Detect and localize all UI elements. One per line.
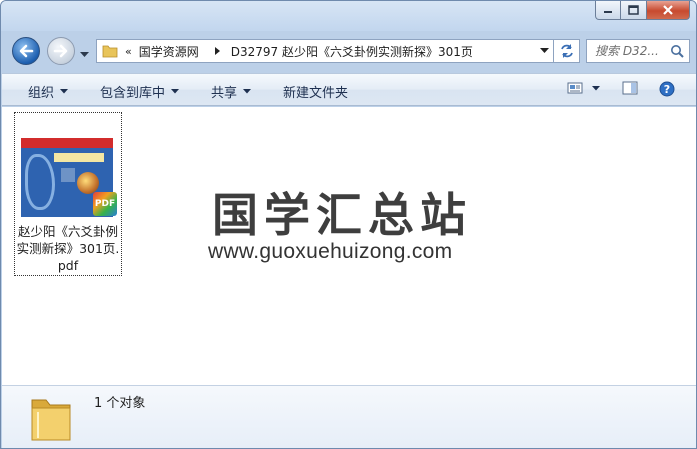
new-folder-label: 新建文件夹 — [283, 86, 349, 101]
refresh-button[interactable] — [554, 39, 580, 63]
search-input[interactable] — [595, 44, 675, 58]
chevron-down-icon — [592, 85, 600, 90]
new-folder-button[interactable]: 新建文件夹 — [283, 82, 348, 101]
address-row: « 国学资源网 D32797 赵少阳《六爻卦例实测新探》301页 — [1, 31, 696, 71]
help-icon: ? — [659, 81, 675, 97]
preview-pane-button[interactable] — [622, 81, 638, 95]
back-button[interactable] — [12, 37, 40, 65]
chevron-down-icon — [60, 89, 69, 94]
item-count: 1 个对象 — [94, 396, 146, 411]
organize-label: 组织 — [28, 86, 55, 101]
maximize-button[interactable] — [621, 1, 647, 20]
help-button[interactable]: ? — [659, 81, 675, 97]
include-in-library-menu[interactable]: 包含到库中 — [100, 82, 180, 101]
organize-menu[interactable]: 组织 — [28, 82, 69, 101]
back-arrow-icon — [19, 44, 34, 58]
file-name-line: 赵少阳《六爻卦例 — [17, 224, 118, 239]
address-history-dropdown-icon[interactable] — [540, 48, 549, 54]
cover-square — [61, 168, 75, 182]
minimize-icon — [604, 11, 612, 13]
share-menu[interactable]: 共享 — [211, 82, 252, 101]
title-bar — [1, 1, 696, 31]
cover-orb — [77, 172, 99, 194]
details-pane: 1 个对象 — [2, 385, 696, 448]
breadcrumb-overflow[interactable]: « — [125, 45, 132, 58]
chevron-down-icon — [171, 89, 180, 94]
folder-icon — [102, 45, 118, 58]
chevron-down-icon — [243, 89, 252, 94]
address-bar[interactable]: « 国学资源网 D32797 赵少阳《六爻卦例实测新探》301页 — [96, 39, 554, 63]
close-icon — [663, 4, 673, 15]
file-item[interactable]: PDF 赵少阳《六爻卦例 实测新探》301页. pdf — [14, 112, 122, 276]
explorer-window: « 国学资源网 D32797 赵少阳《六爻卦例实测新探》301页 组织 — [0, 0, 697, 449]
breadcrumb-item[interactable]: 国学资源网 — [139, 43, 199, 60]
refresh-icon — [560, 44, 573, 58]
cover-band — [21, 138, 113, 148]
preview-pane-icon — [622, 81, 638, 95]
search-box[interactable] — [586, 39, 690, 63]
change-view-button[interactable] — [567, 81, 600, 95]
include-in-library-label: 包含到库中 — [100, 86, 166, 101]
command-bar: 组织 包含到库中 共享 新建文件夹 ? — [2, 73, 696, 106]
minimize-button[interactable] — [595, 1, 621, 20]
pdf-file-icon: PDF — [93, 192, 117, 216]
forward-arrow-icon — [53, 44, 68, 58]
chevron-down-icon — [80, 52, 89, 57]
file-name-line: pdf — [57, 258, 79, 273]
cover-swirl — [25, 154, 55, 210]
window-controls — [595, 1, 690, 20]
recent-pages-dropdown[interactable] — [80, 47, 89, 61]
view-options-icon — [567, 82, 583, 94]
forward-button[interactable] — [47, 37, 75, 65]
file-name[interactable]: 赵少阳《六爻卦例 实测新探》301页. pdf — [15, 223, 121, 274]
watermark-title: 国学汇总站 — [212, 188, 472, 242]
search-icon[interactable] — [670, 44, 684, 58]
maximize-icon — [628, 5, 639, 15]
share-label: 共享 — [211, 86, 238, 101]
watermark-url: www.guoxuehuizong.com — [208, 240, 453, 263]
pdf-badge-label: PDF — [94, 199, 116, 209]
breadcrumb-item[interactable]: D32797 赵少阳《六爻卦例实测新探》301页 — [231, 43, 473, 60]
breadcrumb-chevron-icon[interactable] — [209, 46, 227, 56]
file-list-area[interactable]: PDF 赵少阳《六爻卦例 实测新探》301页. pdf 国学汇总站 www.gu… — [2, 107, 696, 423]
close-button[interactable] — [647, 1, 690, 20]
svg-text:?: ? — [664, 83, 670, 96]
cover-title-block — [54, 153, 104, 162]
folder-icon — [31, 399, 71, 441]
file-name-line: 实测新探》301页. — [16, 241, 120, 256]
